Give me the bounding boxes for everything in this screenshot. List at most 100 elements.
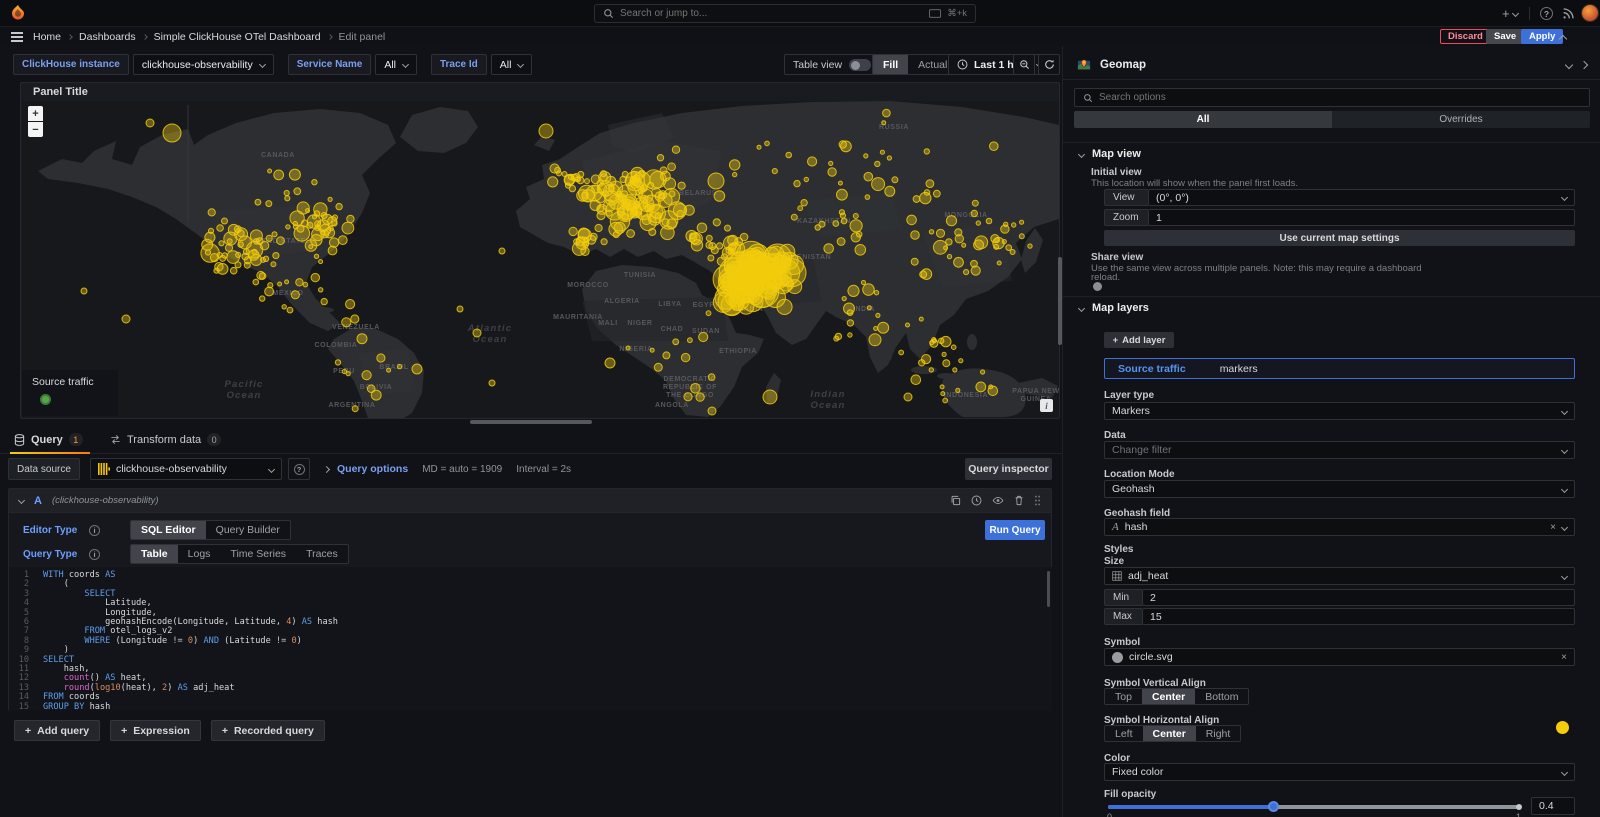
location-mode-select[interactable]: Geohash: [1104, 480, 1575, 498]
color-swatch[interactable]: [1556, 721, 1569, 734]
sql-line[interactable]: 4 Latitude,: [9, 599, 1052, 608]
tab-query[interactable]: Query 1: [14, 433, 83, 446]
variable-value-trace-id[interactable]: All: [491, 54, 533, 75]
use-current-map-settings-button[interactable]: Use current map settings: [1104, 230, 1575, 246]
panel-type-header[interactable]: Geomap: [1063, 50, 1600, 80]
options-search-input[interactable]: [1099, 92, 1581, 103]
editor-type-sql[interactable]: SQL Editor: [131, 521, 206, 539]
refresh-button[interactable]: [1038, 54, 1060, 75]
tab-overrides[interactable]: Overrides: [1332, 111, 1590, 128]
panel-type-chevron-icon[interactable]: [1565, 60, 1573, 68]
breadcrumb-dashboard-name[interactable]: Simple ClickHouse OTel Dashboard: [154, 31, 321, 43]
sql-line[interactable]: 2 (: [9, 580, 1052, 589]
remove-query-icon[interactable]: [1014, 495, 1024, 506]
sha-center[interactable]: Center: [1143, 726, 1196, 741]
menu-toggle-icon[interactable]: [11, 32, 23, 42]
map-attribution-button[interactable]: i: [1040, 399, 1053, 412]
table-view-toggle[interactable]: Table view: [784, 54, 880, 75]
min-input[interactable]: 2: [1142, 589, 1575, 606]
map-zoom-in-button[interactable]: +: [28, 106, 43, 121]
global-search[interactable]: ⌘+k: [594, 4, 976, 23]
query-type-traces[interactable]: Traces: [296, 545, 348, 563]
grafana-logo[interactable]: [9, 4, 27, 22]
color-select[interactable]: Fixed color: [1104, 763, 1575, 781]
max-input[interactable]: 15: [1142, 608, 1575, 625]
zoom-input[interactable]: 1: [1148, 209, 1575, 226]
view-select[interactable]: (0°, 0°): [1148, 189, 1575, 206]
query-type-info-icon[interactable]: i: [89, 549, 100, 560]
sql-line[interactable]: 8 WHERE (Longitude != 0) AND (Latitude !…: [9, 637, 1052, 646]
map-zoom-out-button[interactable]: −: [28, 122, 43, 137]
help-icon[interactable]: ?: [1540, 7, 1553, 20]
query-type-logs[interactable]: Logs: [178, 545, 221, 563]
section-map-view-header[interactable]: Map view: [1079, 148, 1141, 160]
table-view-switch[interactable]: [849, 59, 871, 71]
layer-name[interactable]: Source traffic: [1118, 363, 1186, 375]
recorded-query-button[interactable]: +Recorded query: [211, 720, 325, 741]
tab-all[interactable]: All: [1074, 111, 1332, 128]
editor-type-info-icon[interactable]: i: [89, 525, 100, 536]
query-options-toggle[interactable]: Query options MD = auto = 1909 Interval …: [324, 458, 571, 480]
sql-line[interactable]: 15GROUP BY hash: [9, 703, 1052, 712]
horizontal-scrollbar[interactable]: [470, 420, 592, 424]
run-query-button[interactable]: Run Query: [985, 520, 1045, 540]
options-search[interactable]: [1074, 88, 1590, 107]
slider-handle[interactable]: [1268, 801, 1279, 812]
sha-left[interactable]: Left: [1105, 726, 1143, 741]
hide-response-icon[interactable]: [992, 495, 1004, 506]
breadcrumb-home[interactable]: Home: [33, 31, 61, 43]
user-avatar[interactable]: [1581, 4, 1599, 22]
zoom-out-time-button[interactable]: [1013, 54, 1035, 75]
drag-handle-icon[interactable]: [1034, 495, 1041, 506]
duplicate-query-icon[interactable]: [950, 495, 961, 506]
search-input[interactable]: [620, 8, 923, 19]
collapse-query-icon[interactable]: [18, 497, 25, 504]
sql-line[interactable]: 9 ): [9, 646, 1052, 655]
time-range-picker[interactable]: Last 1 hour: [948, 54, 1051, 75]
layer-type-select[interactable]: Markers: [1104, 402, 1575, 420]
symbol-select[interactable]: circle.svg ×: [1104, 648, 1575, 666]
sql-line[interactable]: 10SELECT: [9, 656, 1052, 665]
apply-button[interactable]: Apply: [1521, 29, 1563, 44]
news-icon[interactable]: [1562, 7, 1575, 20]
collapse-pane-icon[interactable]: [1580, 60, 1588, 68]
sql-line[interactable]: 14FROM coords: [9, 693, 1052, 702]
discard-button[interactable]: Discard: [1440, 29, 1491, 44]
code-vertical-scrollbar[interactable]: [1047, 571, 1050, 607]
clear-icon[interactable]: ×: [1561, 652, 1567, 663]
size-field-select[interactable]: adj_heat: [1104, 567, 1575, 585]
add-layer-button[interactable]: +Add layer: [1104, 332, 1174, 348]
fill-opacity-slider[interactable]: [1108, 805, 1520, 809]
sva-top[interactable]: Top: [1105, 689, 1142, 704]
query-editor-header[interactable]: A (clickhouse-observability): [9, 489, 1051, 513]
query-type-timeseries[interactable]: Time Series: [220, 545, 296, 563]
save-button[interactable]: Save: [1486, 29, 1524, 44]
panel-header[interactable]: Panel Title: [21, 83, 1059, 101]
editor-type-builder[interactable]: Query Builder: [206, 521, 290, 539]
datasource-picker[interactable]: clickhouse-observability: [90, 458, 282, 480]
sql-line[interactable]: 1WITH coords AS: [9, 571, 1052, 580]
map-canvas[interactable]: PacificOceanAtlanticOceanIndianOceanRUSS…: [22, 101, 1059, 418]
sva-center[interactable]: Center: [1142, 689, 1195, 704]
datasource-help-button[interactable]: ?: [288, 458, 310, 480]
sva-bottom[interactable]: Bottom: [1195, 689, 1248, 704]
sql-line[interactable]: 11 hash,: [9, 665, 1052, 674]
data-filter-select[interactable]: Change filter: [1104, 441, 1575, 459]
layer-row[interactable]: Source traffic markers: [1104, 358, 1575, 379]
sql-code-area[interactable]: 1WITH coords AS2 (3 SELECT4 Latitude,5 L…: [9, 567, 1052, 711]
expression-button[interactable]: +Expression: [110, 720, 201, 741]
sql-line[interactable]: 13 round(log10(heat), 2) AS adj_heat: [9, 684, 1052, 693]
sha-right[interactable]: Right: [1196, 726, 1241, 741]
breadcrumb-dashboards[interactable]: Dashboards: [79, 31, 136, 43]
add-query-button[interactable]: +Add query: [14, 720, 100, 741]
variable-value-clickhouse-instance[interactable]: clickhouse-observability: [133, 54, 274, 75]
add-menu-button[interactable]: +: [1502, 5, 1518, 22]
tab-transform-data[interactable]: Transform data 0: [110, 433, 221, 446]
section-map-layers-header[interactable]: Map layers: [1079, 302, 1149, 314]
geohash-field-select[interactable]: A hash ×: [1104, 518, 1575, 536]
fill-opacity-input[interactable]: 0.4: [1531, 797, 1575, 815]
variable-value-service-name[interactable]: All: [375, 54, 417, 75]
query-history-icon[interactable]: [971, 495, 982, 506]
query-inspector-button[interactable]: Query inspector: [965, 458, 1052, 480]
query-type-table[interactable]: Table: [131, 545, 178, 563]
